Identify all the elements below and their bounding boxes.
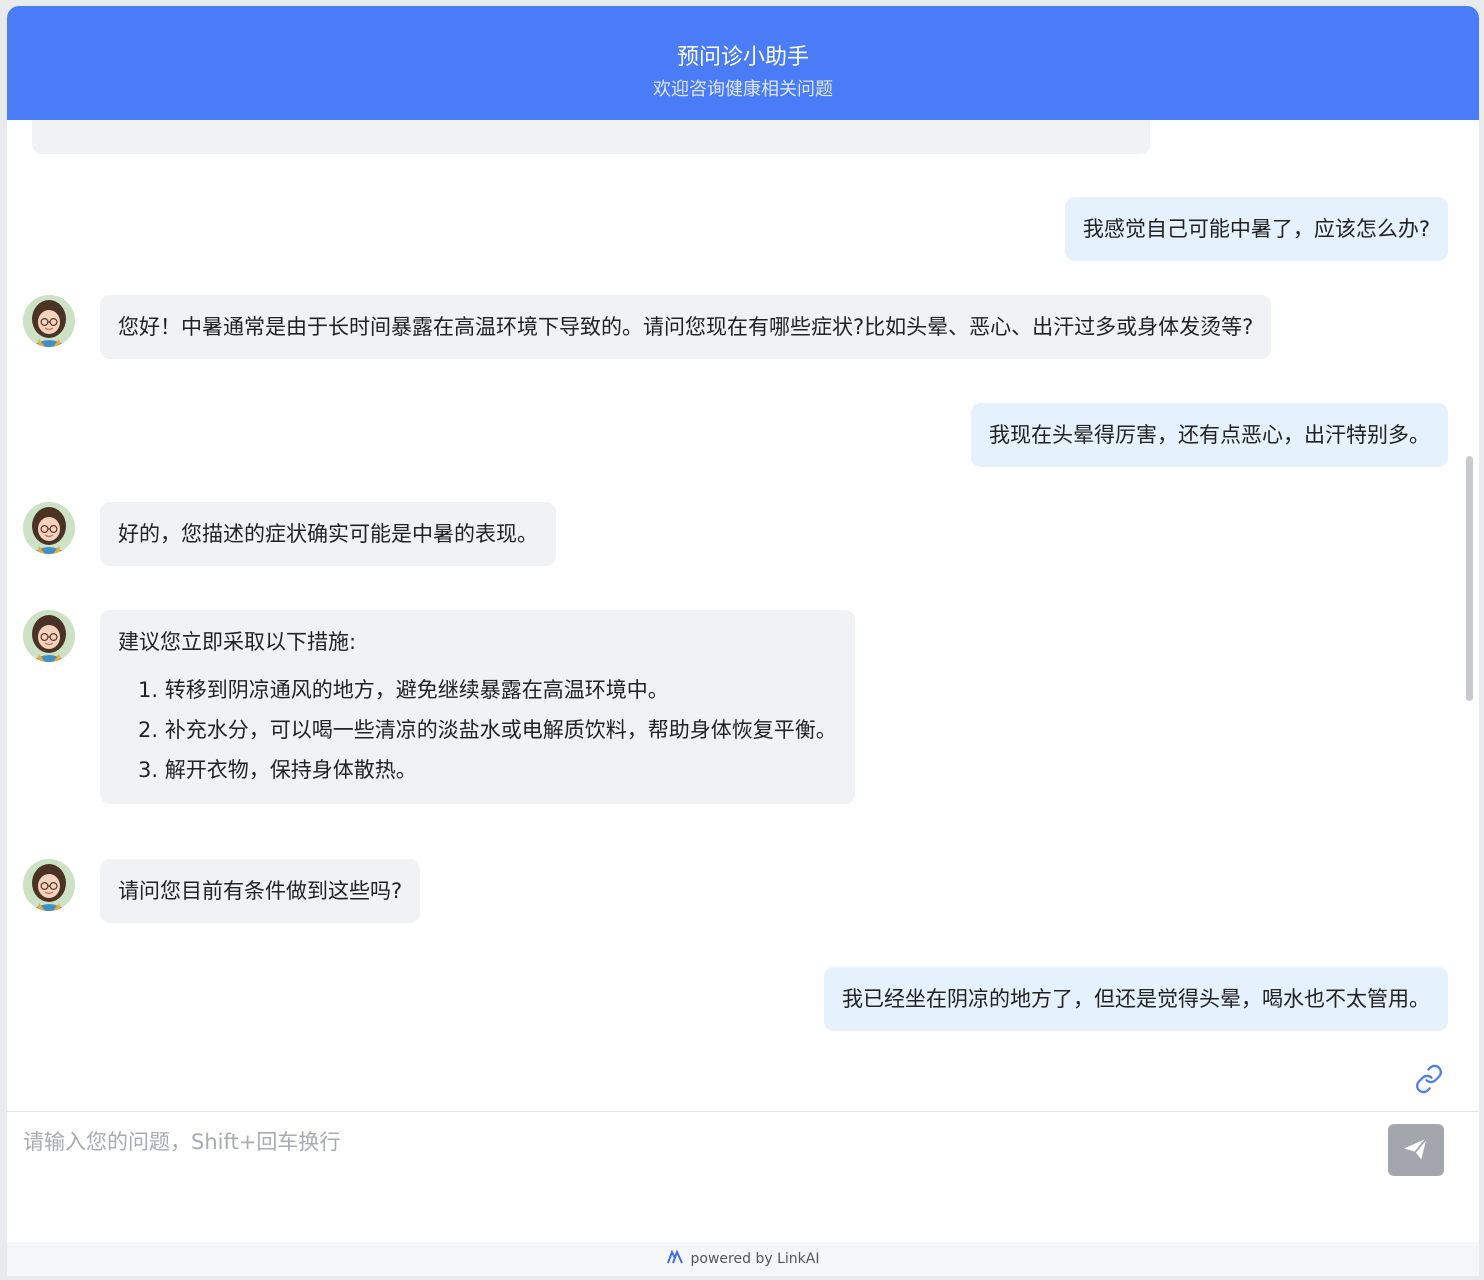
bot-message-bubble: 建议您立即采取以下措施: 1. 转移到阴凉通风的地方，避免继续暴露在高温环境中。… [100, 610, 855, 804]
input-area [7, 1112, 1479, 1242]
bot-message-bubble: 您好！中暑通常是由于长时间暴露在高温环境下导致的。请问您现在有哪些症状?比如头晕… [100, 295, 1272, 359]
assistant-avatar [23, 610, 75, 662]
header-title: 预问诊小助手 [676, 45, 809, 70]
user-message: 我已经坐在阴凉的地方了，但还是觉得头晕，喝水也不太管用。 [772, 967, 1448, 1031]
message-list[interactable]: 我感觉自己可能中暑了，应该怎么办? 您好！中暑通常是由于长时间暴露在高温环境下导… [7, 120, 1479, 1112]
user-message-bubble: 我现在头晕得厉害，还有点恶心，出汗特别多。 [971, 403, 1448, 467]
chat-scrollbar[interactable] [1466, 456, 1473, 701]
list-item: 3. 解开衣物，保持身体散热。 [138, 758, 417, 782]
send-icon [1402, 1135, 1430, 1166]
assistant-avatar [23, 295, 75, 347]
header-subtitle: 欢迎咨询健康相关问题 [653, 79, 833, 100]
previous-message-bubble [32, 120, 1150, 154]
bot-message: 建议您立即采取以下措施: 1. 转移到阴凉通风的地方，避免继续暴露在高温环境中。… [23, 610, 914, 818]
list-item: 2. 补充水分，可以喝一些清凉的淡盐水或电解质饮料，帮助身体恢复平衡。 [138, 718, 837, 742]
message-input[interactable] [23, 1126, 1363, 1226]
chat-header: 预问诊小助手 欢迎咨询健康相关问题 [7, 6, 1479, 120]
assistant-avatar [23, 502, 75, 554]
bot-message-bubble: 请问您目前有条件做到这些吗? [100, 859, 421, 923]
user-message: 我现在头晕得厉害，还有点恶心，出汗特别多。 [933, 403, 1448, 467]
send-button[interactable] [1388, 1124, 1444, 1176]
link-icon[interactable] [1414, 1064, 1444, 1094]
user-message-bubble: 我已经坐在阴凉的地方了，但还是觉得头晕，喝水也不太管用。 [824, 967, 1448, 1031]
bot-message: 好的，您描述的症状确实可能是中暑的表现。 [23, 502, 593, 568]
footer: powered by LinkAI [7, 1242, 1479, 1276]
user-message: 我感觉自己可能中暑了，应该怎么办? [1025, 197, 1448, 261]
bot-message-bubble: 好的，您描述的症状确实可能是中暑的表现。 [100, 502, 556, 566]
chat-window: 预问诊小助手 欢迎咨询健康相关问题 我感觉自己可能中暑了，应该怎么办? 您好！中… [7, 6, 1479, 1276]
assistant-avatar [23, 859, 75, 911]
list-item: 1. 转移到阴凉通风的地方，避免继续暴露在高温环境中。 [138, 678, 669, 702]
powered-by-text[interactable]: powered by LinkAI [691, 1251, 820, 1267]
advice-list: 1. 转移到阴凉通风的地方，避免继续暴露在高温环境中。 2. 补充水分，可以喝一… [118, 670, 837, 790]
user-message-bubble: 我感觉自己可能中暑了，应该怎么办? [1064, 197, 1448, 261]
bot-message-text: 建议您立即采取以下措施: [118, 630, 357, 654]
bot-message: 请问您目前有条件做到这些吗? [23, 859, 454, 925]
bot-message: 您好！中暑通常是由于长时间暴露在高温环境下导致的。请问您现在有哪些症状?比如头晕… [23, 295, 1395, 361]
linkai-logo-icon [666, 1249, 691, 1268]
